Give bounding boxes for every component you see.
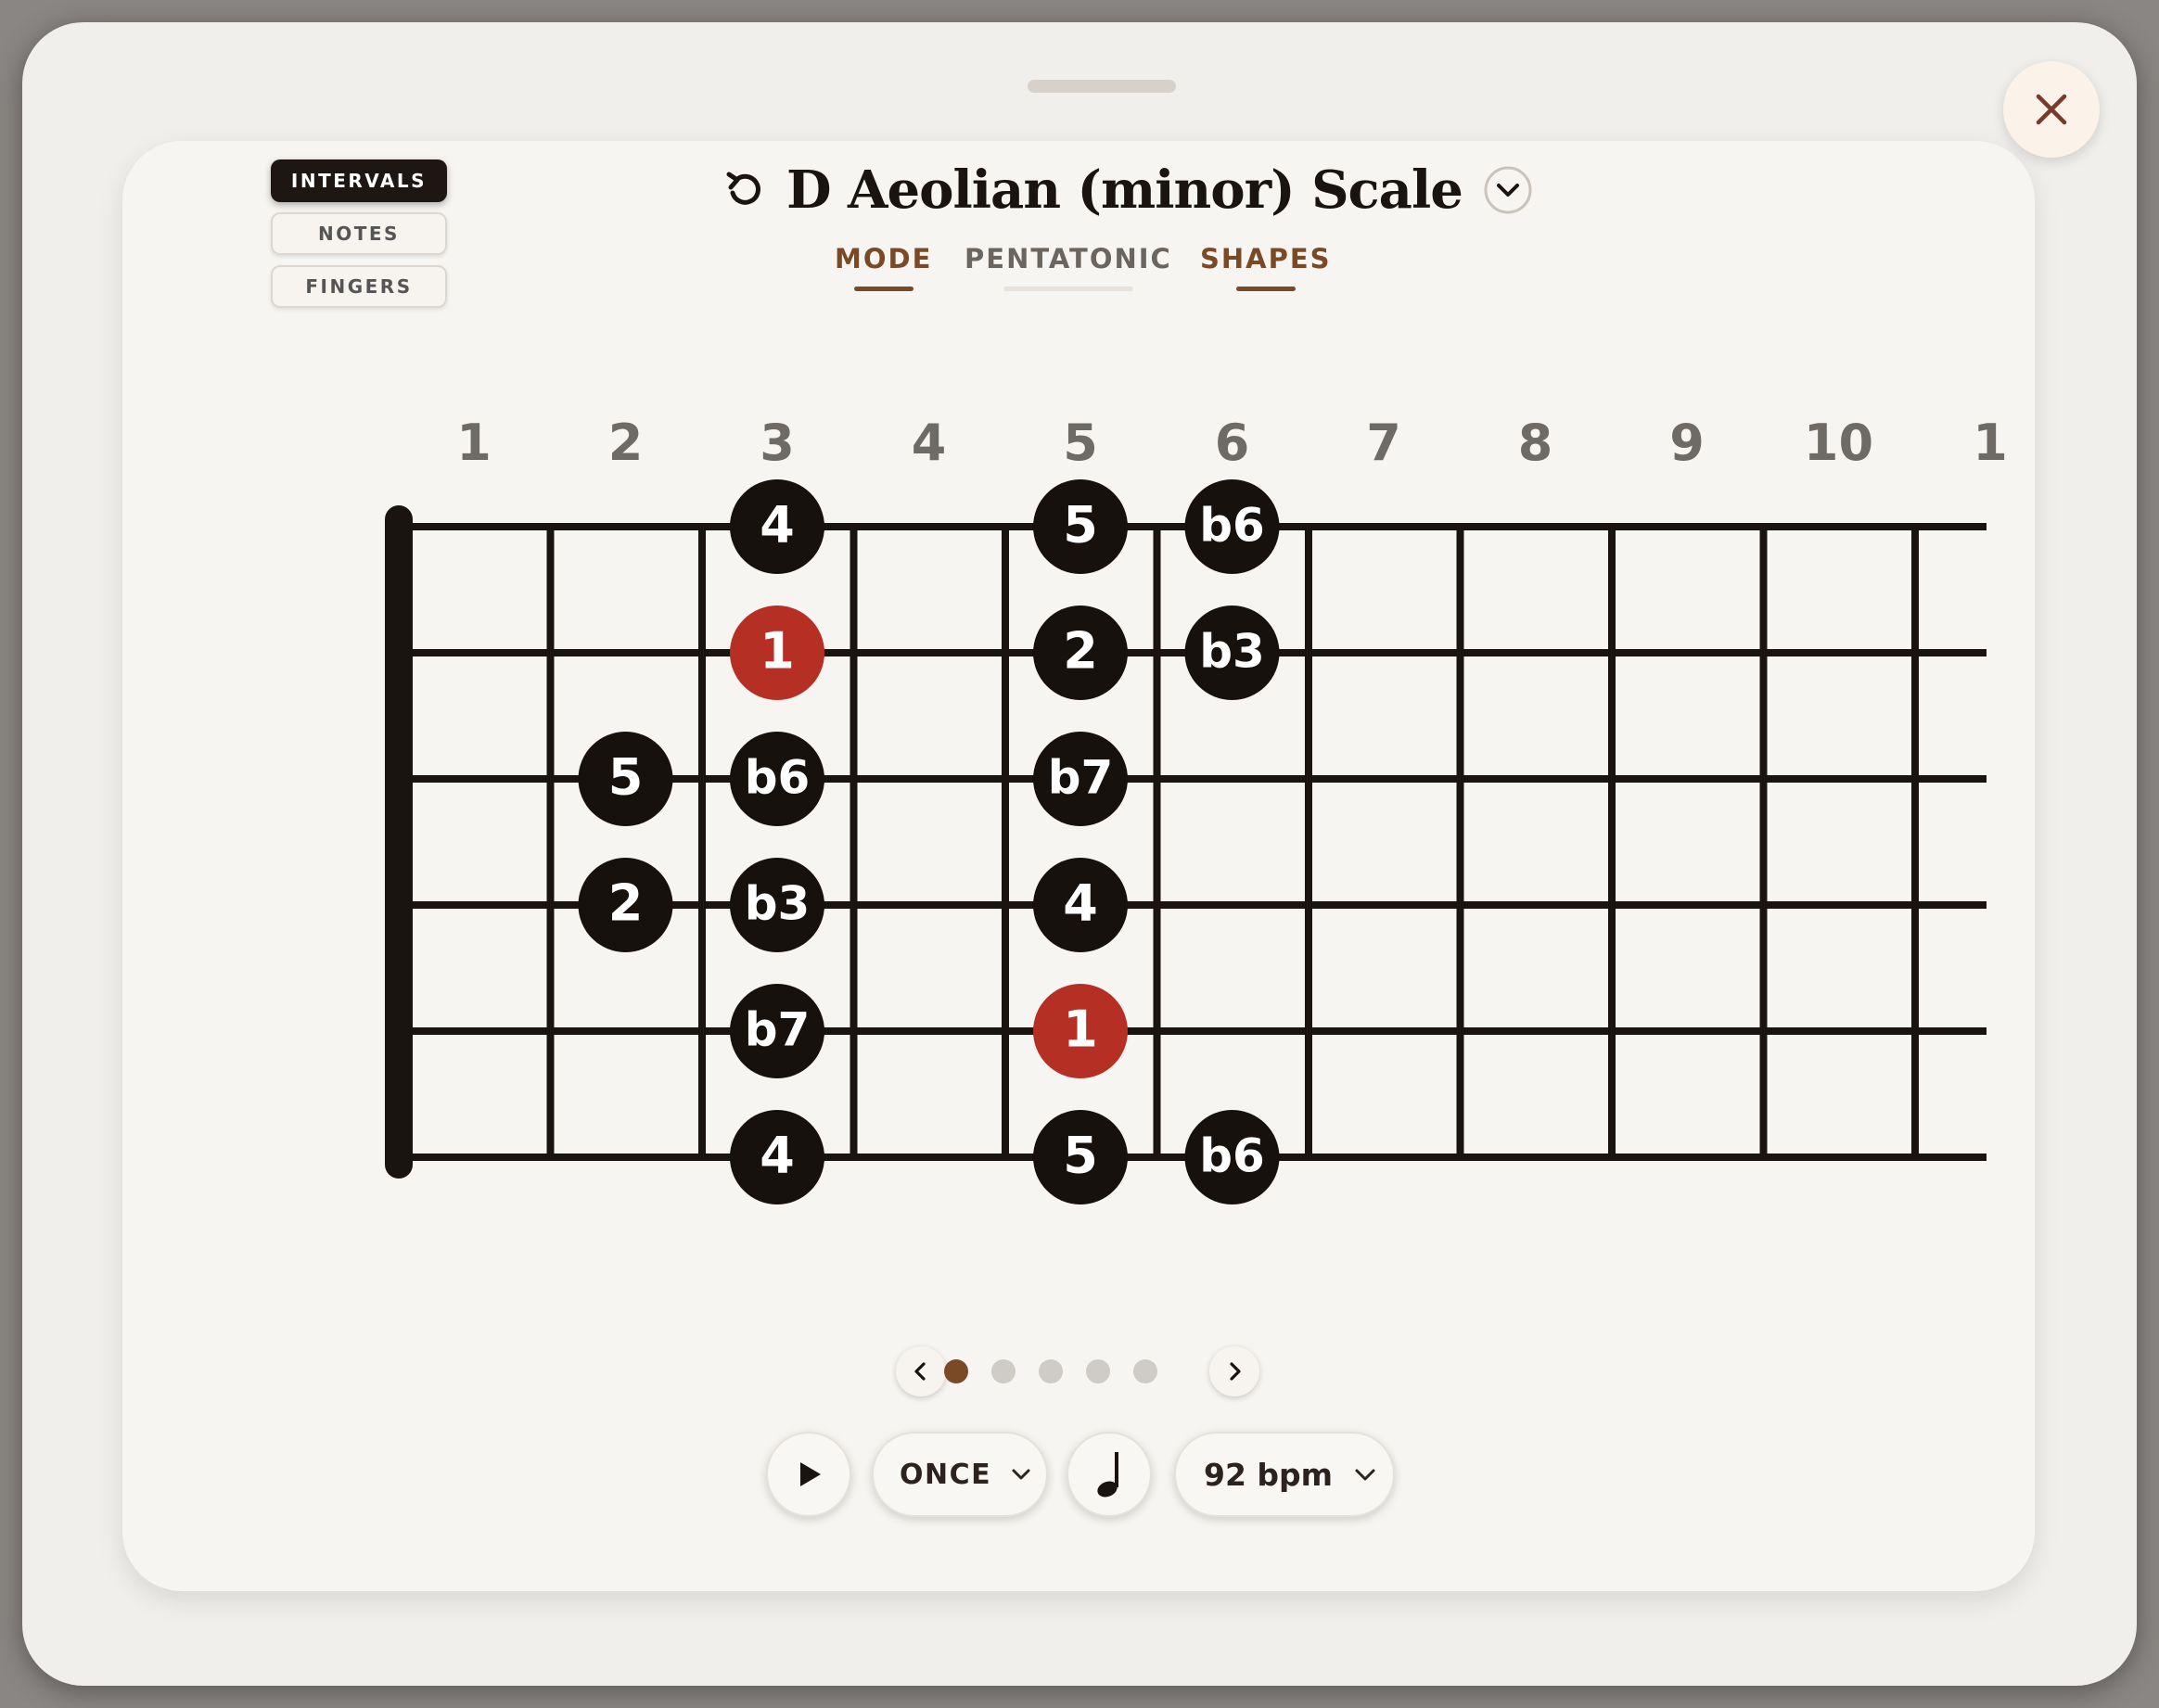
note-label: 4 [760, 496, 795, 554]
pager-dot[interactable] [1039, 1359, 1063, 1383]
repeat-select-value: ONCE [900, 1458, 992, 1491]
pager-dot[interactable] [1086, 1359, 1110, 1383]
note-label: 5 [1063, 496, 1098, 554]
quarter-note-icon [1097, 1452, 1118, 1498]
tempo-select[interactable]: 92 bpm [1174, 1432, 1395, 1517]
note-label: b6 [745, 751, 811, 805]
repeat-select[interactable]: ONCE [872, 1432, 1048, 1517]
note-label: b7 [745, 1003, 811, 1057]
chevron-right-icon [1230, 1362, 1241, 1381]
note-label: 1 [1063, 1001, 1098, 1059]
play-icon [800, 1462, 821, 1486]
note-label: 5 [608, 748, 644, 807]
note-label: 1 [760, 622, 795, 681]
note-label: 2 [1063, 622, 1098, 681]
note-label: 5 [1063, 1127, 1098, 1185]
note-label: b6 [1199, 499, 1265, 553]
note-value-button[interactable] [1067, 1432, 1152, 1517]
note-label: 4 [760, 1127, 795, 1185]
next-shape-button[interactable] [1209, 1346, 1259, 1396]
note-label: 2 [608, 874, 644, 933]
chevron-down-icon [1355, 1469, 1375, 1481]
pager-dot[interactable] [1133, 1359, 1157, 1383]
pager-dot[interactable] [944, 1359, 968, 1383]
note-label: b7 [1048, 751, 1114, 805]
tempo-select-value: 92 bpm [1204, 1456, 1334, 1493]
chevron-left-icon [914, 1362, 926, 1381]
play-button[interactable] [766, 1432, 851, 1517]
pager-dot[interactable] [991, 1359, 1016, 1383]
note-label: b3 [745, 877, 811, 931]
note-label: b3 [1199, 625, 1265, 679]
note-label: 4 [1063, 874, 1098, 933]
chevron-down-icon [1012, 1469, 1030, 1480]
shape-pager [896, 1343, 1259, 1398]
note-label: b6 [1199, 1129, 1265, 1183]
prev-shape-button[interactable] [896, 1346, 946, 1396]
